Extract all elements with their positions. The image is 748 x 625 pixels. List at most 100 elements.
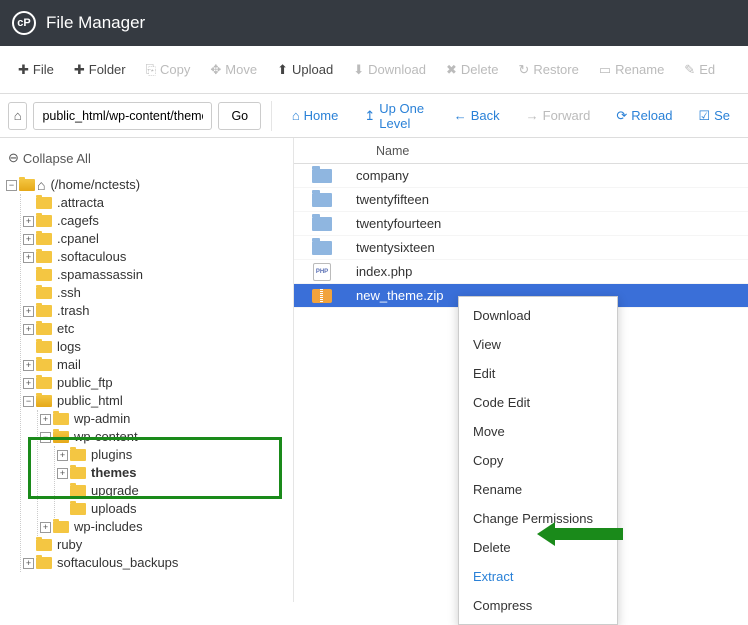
plus-icon: ✚ — [74, 62, 85, 78]
expand-toggle[interactable]: + — [23, 234, 34, 245]
forward-icon: → — [526, 108, 539, 123]
menu-extract[interactable]: Extract — [459, 562, 617, 591]
collapse-icon: ⊖ — [8, 150, 19, 166]
download-button[interactable]: ⬇Download — [343, 56, 436, 84]
cpanel-logo: cP — [12, 11, 36, 35]
expand-toggle[interactable]: + — [23, 252, 34, 263]
menu-download[interactable]: Download — [459, 301, 617, 330]
tree-item[interactable]: ruby — [23, 536, 287, 554]
home-button[interactable]: ⌂ — [8, 102, 27, 130]
php-file-icon: PHP — [313, 263, 331, 281]
table-row[interactable]: twentyfourteen — [294, 212, 748, 236]
expand-toggle[interactable]: + — [40, 414, 51, 425]
tree-item[interactable]: +.trash — [23, 302, 287, 320]
expand-toggle[interactable]: + — [23, 216, 34, 227]
expand-toggle[interactable]: + — [57, 468, 68, 479]
tree-item-themes[interactable]: +themes — [57, 464, 287, 482]
nav-forward[interactable]: →Forward — [516, 102, 601, 129]
folder-tree: −⌂(/home/nctests) .attracta +.cagefs +.c… — [6, 176, 287, 572]
expand-toggle[interactable]: + — [23, 324, 34, 335]
tree-item-public-html[interactable]: −public_html — [23, 392, 287, 410]
table-header: Name — [294, 138, 748, 164]
tree-item[interactable]: .attracta — [23, 194, 287, 212]
menu-compress[interactable]: Compress — [459, 591, 617, 620]
home-icon: ⌂ — [14, 108, 22, 123]
table-row[interactable]: twentysixteen — [294, 236, 748, 260]
column-name[interactable]: Name — [370, 144, 748, 158]
tree-item[interactable]: +public_ftp — [23, 374, 287, 392]
folder-icon — [53, 521, 69, 533]
path-input[interactable] — [33, 102, 212, 130]
upload-button[interactable]: ⬆Upload — [267, 56, 343, 84]
rename-button[interactable]: ▭Rename — [589, 56, 674, 84]
menu-delete[interactable]: Delete — [459, 533, 617, 562]
nav-up[interactable]: ↥Up One Level — [354, 95, 437, 137]
menu-view[interactable]: View — [459, 330, 617, 359]
collapse-toggle[interactable]: − — [23, 396, 34, 407]
tree-item[interactable]: +plugins — [57, 446, 287, 464]
tree-item[interactable]: +.softaculous — [23, 248, 287, 266]
menu-code-edit[interactable]: Code Edit — [459, 388, 617, 417]
folder-icon — [36, 215, 52, 227]
nav-back[interactable]: ←Back — [444, 102, 510, 129]
file-button[interactable]: ✚File — [8, 56, 64, 84]
folder-icon — [70, 485, 86, 497]
folder-icon — [36, 197, 52, 209]
edit-button[interactable]: ✎Ed — [674, 56, 725, 84]
tree-item[interactable]: +mail — [23, 356, 287, 374]
folder-icon — [53, 431, 69, 443]
tree-item-wp-content[interactable]: −wp-content — [40, 428, 287, 446]
sidebar: ⊖Collapse All −⌂(/home/nctests) .attract… — [0, 138, 294, 602]
menu-copy[interactable]: Copy — [459, 446, 617, 475]
app-header: cP File Manager — [0, 0, 748, 46]
expand-toggle[interactable]: + — [57, 450, 68, 461]
up-icon: ↥ — [364, 108, 375, 124]
tree-item[interactable]: +wp-admin — [40, 410, 287, 428]
file-list-panel: Name company twentyfifteen twentyfourtee… — [294, 138, 748, 602]
tree-item[interactable]: +etc — [23, 320, 287, 338]
collapse-toggle[interactable]: − — [40, 432, 51, 443]
expand-toggle[interactable]: + — [40, 522, 51, 533]
tree-item[interactable]: logs — [23, 338, 287, 356]
folder-icon — [53, 413, 69, 425]
expand-toggle[interactable]: + — [23, 558, 34, 569]
tree-item[interactable]: uploads — [57, 500, 287, 518]
move-button[interactable]: ✥Move — [200, 56, 267, 84]
app-title: File Manager — [46, 13, 145, 33]
tree-item[interactable]: .ssh — [23, 284, 287, 302]
expand-toggle[interactable]: + — [23, 360, 34, 371]
collapse-toggle[interactable]: − — [6, 180, 17, 191]
tree-item[interactable]: +.cagefs — [23, 212, 287, 230]
menu-move[interactable]: Move — [459, 417, 617, 446]
nav-select[interactable]: ☑Se — [688, 102, 740, 130]
restore-icon: ↻ — [518, 62, 529, 78]
tree-item[interactable]: .spamassassin — [23, 266, 287, 284]
table-row[interactable]: company — [294, 164, 748, 188]
tree-item[interactable]: upgrade — [57, 482, 287, 500]
zip-file-icon — [312, 289, 332, 303]
menu-edit[interactable]: Edit — [459, 359, 617, 388]
tree-item[interactable]: +.cpanel — [23, 230, 287, 248]
table-row[interactable]: twentyfifteen — [294, 188, 748, 212]
nav-home[interactable]: ⌂Home — [282, 102, 349, 129]
menu-change-permissions[interactable]: Change Permissions — [459, 504, 617, 533]
folder-icon — [36, 539, 52, 551]
tree-item[interactable]: +wp-includes — [40, 518, 287, 536]
nav-reload[interactable]: ⟳Reload — [606, 102, 682, 130]
go-button[interactable]: Go — [218, 102, 261, 130]
reload-icon: ⟳ — [616, 108, 627, 124]
back-icon: ← — [454, 108, 467, 123]
table-row[interactable]: PHPindex.php — [294, 260, 748, 284]
copy-button[interactable]: ⎘Copy — [136, 56, 201, 84]
folder-button[interactable]: ✚Folder — [64, 56, 136, 84]
expand-toggle[interactable]: + — [23, 378, 34, 389]
delete-button[interactable]: ✖Delete — [436, 56, 508, 84]
restore-button[interactable]: ↻Restore — [508, 56, 588, 84]
expand-toggle[interactable]: + — [23, 306, 34, 317]
menu-rename[interactable]: Rename — [459, 475, 617, 504]
collapse-all[interactable]: ⊖Collapse All — [6, 146, 287, 176]
tree-root[interactable]: −⌂(/home/nctests) — [6, 176, 287, 194]
folder-icon — [70, 503, 86, 515]
folder-icon — [36, 341, 52, 353]
tree-item[interactable]: +softaculous_backups — [23, 554, 287, 572]
